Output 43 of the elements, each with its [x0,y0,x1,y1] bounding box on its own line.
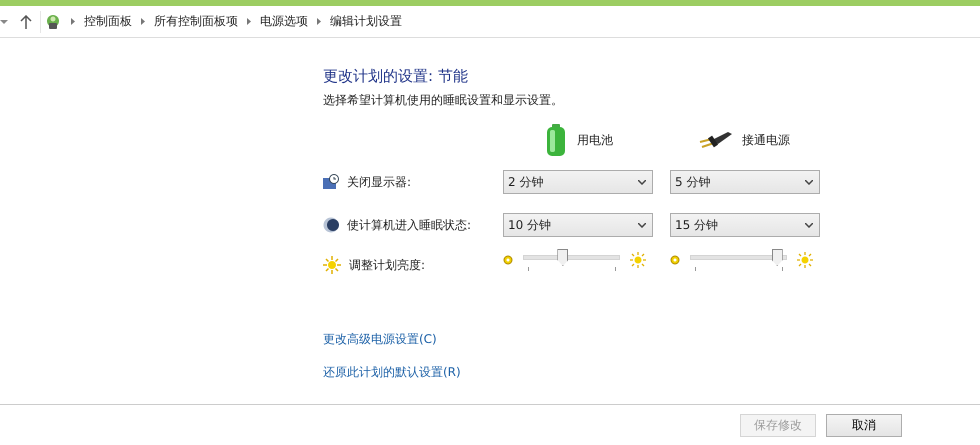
breadcrumb-item[interactable]: 控制面板 [84,13,132,30]
dim-sun-icon [503,255,513,265]
monitor-clock-icon [323,174,339,190]
chevron-right-icon [317,18,321,25]
dropdown[interactable]: 15 分钟 [670,213,820,237]
column-label: 接通电源 [742,132,790,148]
plug-icon [698,130,732,150]
battery-icon [545,124,567,156]
brightness-slider[interactable] [690,249,787,271]
setting-label: 使计算机进入睡眠状态: [347,216,472,234]
sun-icon [323,256,341,274]
chevron-down-icon [638,222,646,228]
bright-sun-icon [797,252,813,268]
breadcrumb-item[interactable]: 电源选项 [260,13,308,30]
chevron-down-icon [805,222,813,228]
caret-down-icon[interactable] [0,18,8,24]
setting-label: 调整计划亮度: [349,256,426,274]
chevron-down-icon [805,180,813,184]
chevron-down-icon [638,180,646,184]
breadcrumb-item[interactable]: 编辑计划设置 [330,13,402,30]
address-bar[interactable]: 控制面板 所有控制面板项 电源选项 编辑计划设置 [40,10,980,32]
chevron-right-icon [247,18,251,25]
bright-sun-icon [630,252,646,268]
brightness-slider[interactable] [523,249,620,271]
dialog-button[interactable]: 取消 [826,414,902,436]
slider-thumb[interactable] [557,249,568,266]
up-arrow-icon[interactable] [20,14,32,28]
breadcrumb-item[interactable]: 所有控制面板项 [154,13,238,30]
dropdown[interactable]: 5 分钟 [670,170,820,194]
link[interactable]: 还原此计划的默认设置(R) [323,364,461,381]
chevron-right-icon [141,18,145,25]
column-label: 用电池 [577,132,613,148]
slider-thumb[interactable] [772,249,783,266]
dim-sun-icon [670,255,680,265]
dropdown[interactable]: 10 分钟 [503,213,653,237]
control-panel-icon [44,12,62,30]
dropdown[interactable]: 2 分钟 [503,170,653,194]
page-subtitle: 选择希望计算机使用的睡眠设置和显示设置。 [323,92,564,109]
link[interactable]: 更改高级电源设置(C) [323,331,437,348]
chevron-right-icon [71,18,75,25]
moon-icon [323,217,339,233]
page-heading: 更改计划的设置: 节能 [323,67,469,86]
setting-label: 关闭显示器: [347,174,412,190]
